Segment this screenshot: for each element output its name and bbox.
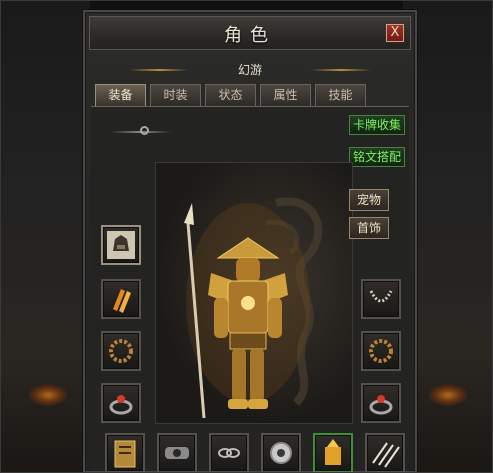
ring-right-slot[interactable] (361, 383, 401, 423)
character-model-stage[interactable] (155, 162, 353, 424)
golden-statue-slot[interactable] (313, 433, 353, 473)
jewelry-button[interactable]: 首饰 (349, 217, 389, 239)
belt-icon (165, 447, 189, 459)
bracer-slot[interactable] (101, 279, 141, 319)
title-bar[interactable]: 角色 X (89, 16, 411, 50)
bead-bracelet-icon (369, 339, 393, 363)
ring-icon (109, 395, 133, 415)
claw-slot[interactable] (365, 433, 405, 473)
tablet-slot[interactable] (105, 433, 145, 473)
chain-slot[interactable] (209, 433, 249, 473)
brazier-right (428, 384, 468, 406)
tab-equipment[interactable]: 装备 (95, 84, 146, 106)
tab-attributes[interactable]: 属性 (260, 84, 311, 106)
necklace-slot[interactable] (361, 279, 401, 319)
pet-button[interactable]: 宠物 (349, 189, 389, 211)
ring-left-slot[interactable] (101, 383, 141, 423)
zoom-slider-handle[interactable] (140, 126, 149, 135)
card-collection-button[interactable]: 卡牌收集 (349, 115, 405, 135)
bead-bracelet-right-slot[interactable] (361, 331, 401, 371)
gem-disc-slot[interactable] (261, 433, 301, 473)
character-name-row: 幻游 (89, 56, 411, 84)
bead-bracelet-icon (109, 339, 133, 363)
bracer-icon (113, 289, 131, 313)
character-panel: 角色 X 幻游 装备 时装 状态 属性 技能 卡牌收集 铭文搭配 宠物 首饰 (83, 10, 417, 473)
claw-icon (372, 442, 400, 468)
character-name: 幻游 (237, 63, 262, 77)
close-button[interactable]: X (386, 24, 404, 42)
brazier-left (28, 384, 68, 406)
tablet-icon (114, 440, 136, 468)
character-model (184, 197, 323, 419)
ornament-right (311, 69, 371, 71)
window-title: 角色 (224, 25, 276, 46)
ornament-left (129, 69, 189, 71)
tab-bar: 装备 时装 状态 属性 技能 (95, 84, 366, 106)
tab-skills[interactable]: 技能 (315, 84, 366, 106)
helmet-slot[interactable] (101, 225, 141, 265)
equipment-content: 卡牌收集 铭文搭配 宠物 首饰 (91, 106, 409, 473)
ring-icon (369, 395, 393, 415)
inscription-button[interactable]: 铭文搭配 (349, 147, 405, 167)
belt-slot[interactable] (157, 433, 197, 473)
helmet-icon (107, 231, 135, 259)
bead-bracelet-left-slot[interactable] (101, 331, 141, 371)
gem-disc-icon (270, 442, 292, 464)
necklace-icon (369, 290, 393, 303)
golden-statue-icon (325, 439, 341, 465)
tab-status[interactable]: 状态 (205, 84, 256, 106)
tab-fashion[interactable]: 时装 (150, 84, 201, 106)
chain-icon (218, 448, 240, 458)
